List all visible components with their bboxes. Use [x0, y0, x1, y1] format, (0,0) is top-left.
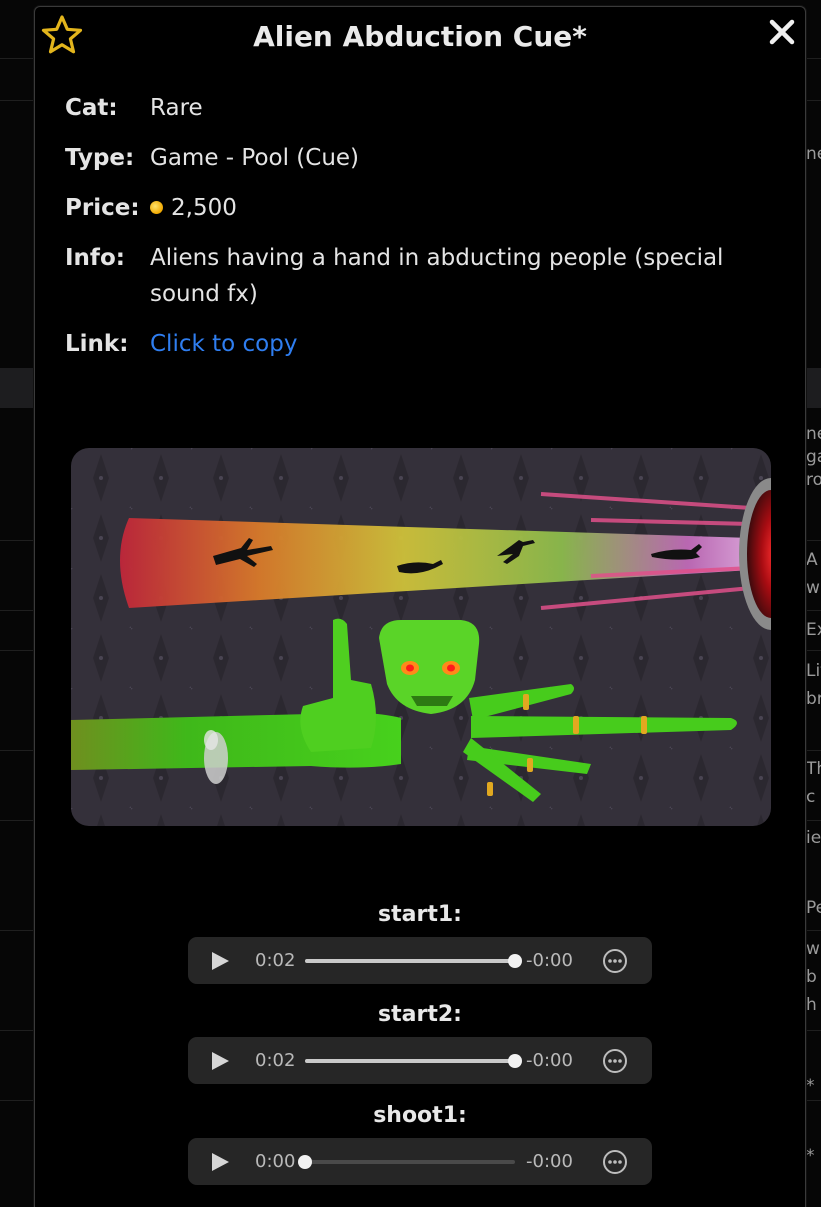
more-options-icon[interactable] — [602, 1149, 628, 1175]
background-text: ne — [806, 144, 821, 164]
audio-label: start2: — [378, 1002, 462, 1027]
type-label: Type: — [65, 145, 135, 171]
background-text: Lif — [806, 661, 821, 681]
audio-current-time: 0:00 — [255, 1151, 296, 1172]
cat-value: Rare — [150, 95, 203, 121]
audio-seek-bar[interactable] — [298, 1155, 515, 1169]
audio-label: start1: — [378, 902, 462, 927]
audio-seek-bar[interactable] — [305, 1054, 522, 1068]
audio-player: 0:00 -0:00 — [188, 1138, 652, 1185]
coin-icon — [150, 200, 163, 214]
audio-remaining-time: -0:00 — [526, 1050, 573, 1071]
price-label: Price: — [65, 195, 140, 221]
background-text: b — [806, 967, 817, 987]
background-text: w — [806, 939, 820, 959]
more-options-icon[interactable] — [602, 1048, 628, 1074]
audio-seek-fill — [305, 1059, 515, 1063]
info-label: Info: — [65, 245, 125, 271]
audio-remaining-time: -0:00 — [526, 950, 573, 971]
audio-seek-bar[interactable] — [305, 954, 522, 968]
copy-link[interactable]: Click to copy — [150, 326, 297, 362]
play-icon[interactable] — [210, 951, 230, 971]
audio-remaining-time: -0:00 — [526, 1151, 573, 1172]
close-x-icon[interactable] — [765, 15, 799, 49]
background-text: c — [806, 787, 816, 807]
background-text: ne — [806, 424, 821, 444]
audio-item: start2: 0:02 -0:00 — [188, 1001, 652, 1084]
type-value: Game - Pool (Cue) — [150, 145, 360, 171]
background-text: ie — [806, 828, 821, 848]
audio-seek-fill — [305, 959, 515, 963]
audio-label: shoot1: — [373, 1103, 467, 1128]
background-text: w — [806, 578, 820, 598]
audio-item: shoot1: 0:00 -0:00 — [188, 1102, 652, 1185]
price-value: 2,500 — [171, 195, 237, 221]
audio-item: start1: 0:02 -0:00 — [188, 901, 652, 984]
audio-seek-knob[interactable] — [508, 954, 522, 968]
background-text: ga — [806, 447, 821, 467]
modal-title: Alien Abduction Cue* — [253, 20, 587, 53]
item-detail-modal: Alien Abduction Cue* Cat: Rare Type: Gam… — [34, 6, 806, 1207]
background-text: ro — [806, 470, 821, 490]
background-text: Th — [806, 759, 821, 779]
detail-row-cat: Cat: Rare — [65, 93, 765, 126]
link-label: Link: — [65, 331, 129, 357]
play-icon[interactable] — [210, 1051, 230, 1071]
background-text: A — [806, 550, 818, 570]
audio-current-time: 0:02 — [255, 950, 296, 971]
background-text: br — [806, 689, 821, 709]
cat-label: Cat: — [65, 95, 118, 121]
detail-row-type: Type: Game - Pool (Cue) — [65, 143, 765, 176]
background-text: Pe — [806, 898, 821, 918]
audio-current-time: 0:02 — [255, 1050, 296, 1071]
price-value-wrap: 2,500 — [150, 190, 237, 226]
audio-seek-knob[interactable] — [508, 1054, 522, 1068]
play-icon[interactable] — [210, 1152, 230, 1172]
detail-row-price: Price: 2,500 — [65, 193, 765, 226]
item-details: Cat: Rare Type: Game - Pool (Cue) Price:… — [65, 93, 765, 379]
audio-player: 0:02 -0:00 — [188, 1037, 652, 1084]
background-text: * — [806, 1146, 815, 1166]
background-text: h — [806, 995, 817, 1015]
audio-player: 0:02 -0:00 — [188, 937, 652, 984]
item-preview-image — [71, 448, 771, 826]
background-text: * — [806, 1076, 815, 1096]
info-value: Aliens having a hand in abducting people… — [150, 245, 724, 307]
more-options-icon[interactable] — [602, 948, 628, 974]
audio-seek-knob[interactable] — [298, 1155, 312, 1169]
detail-row-info: Info: Aliens having a hand in abducting … — [65, 243, 765, 312]
detail-row-link: Link: Click to copy — [65, 329, 765, 362]
background-text: Ex — [806, 620, 821, 640]
